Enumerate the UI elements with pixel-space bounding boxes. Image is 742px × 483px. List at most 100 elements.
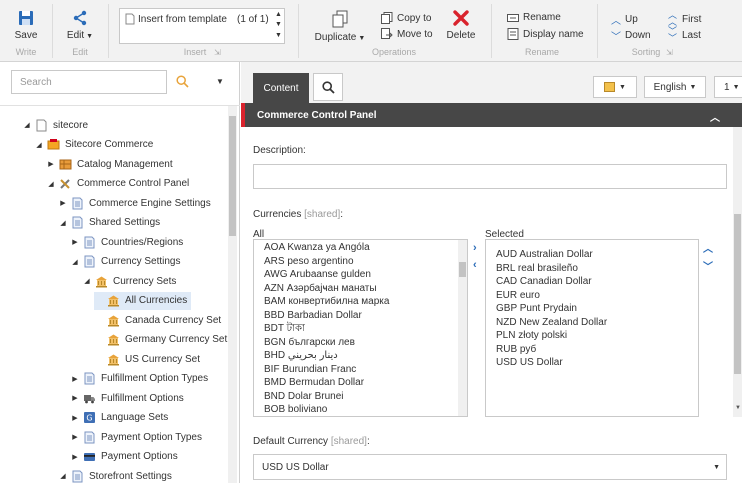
version-selector[interactable]: 1 ▼ bbox=[714, 76, 742, 98]
section-header[interactable]: Commerce Control Panel ︿ bbox=[241, 103, 742, 127]
tree-item[interactable]: ◢ Shared Settings bbox=[58, 214, 164, 232]
all-currencies-list[interactable]: AOA Kwanza ya Angóla ARS peso argentino AW… bbox=[253, 239, 468, 417]
collapsed-arrow-icon[interactable]: ▶ bbox=[70, 433, 80, 441]
tree-item[interactable]: ◢ Currency Settings bbox=[70, 253, 184, 271]
language-selector[interactable]: English ▼ bbox=[644, 76, 706, 98]
search-input[interactable] bbox=[12, 71, 166, 93]
expand-gallery-icon[interactable]: ▼ bbox=[275, 32, 282, 39]
list-item[interactable]: ARS peso argentino bbox=[264, 255, 389, 269]
list-item[interactable]: NZD New Zealand Dollar bbox=[496, 316, 607, 330]
sort-down-button[interactable]: ﹀ Down bbox=[611, 28, 651, 43]
tree-item[interactable]: ▶ Payment Option Types bbox=[70, 428, 206, 446]
list-item[interactable]: AUD Australian Dollar bbox=[496, 248, 607, 262]
expanded-arrow-icon[interactable]: ◢ bbox=[58, 472, 68, 480]
all-list-scroll-thumb[interactable] bbox=[459, 262, 466, 277]
collapsed-arrow-icon[interactable]: ▶ bbox=[46, 160, 56, 168]
tree-item[interactable]: US Currency Set bbox=[94, 350, 204, 368]
tree-item[interactable]: ▶ Payment Options bbox=[70, 448, 182, 466]
list-item[interactable]: BMD Bermudan Dollar bbox=[264, 376, 389, 390]
expanded-arrow-icon[interactable]: ◢ bbox=[46, 180, 56, 188]
sort-up-button[interactable]: ︿ Up bbox=[611, 12, 638, 27]
scroll-up-icon[interactable]: ▲ bbox=[275, 11, 282, 18]
tab-search[interactable] bbox=[313, 73, 343, 101]
collapse-section-icon[interactable]: ︿ bbox=[710, 109, 720, 124]
expanded-arrow-icon[interactable]: ◢ bbox=[22, 121, 32, 129]
tree-item-label: Commerce Control Panel bbox=[77, 178, 190, 189]
collapsed-arrow-icon[interactable]: ▶ bbox=[70, 394, 80, 402]
list-item[interactable]: BHD دينار بحريني bbox=[264, 349, 389, 363]
search-box[interactable] bbox=[11, 70, 167, 94]
tree-item[interactable]: ▶ Commerce Engine Settings bbox=[58, 194, 215, 212]
tree-item[interactable]: ◢ Commerce Control Panel bbox=[46, 175, 193, 193]
tree-item[interactable]: ▶ Fulfillment Options bbox=[70, 389, 188, 407]
list-item[interactable]: BGN български лев bbox=[264, 336, 389, 350]
expanded-arrow-icon[interactable]: ◢ bbox=[70, 258, 80, 266]
list-item[interactable]: BIF Burundian Franc bbox=[264, 363, 389, 377]
list-item[interactable]: BAM конвертибилна марка bbox=[264, 295, 389, 309]
list-item[interactable]: USD US Dollar bbox=[496, 356, 607, 370]
tree-item[interactable]: ▶ G Language Sets bbox=[70, 409, 172, 427]
tree-item[interactable]: Germany Currency Set bbox=[94, 331, 231, 349]
insert-template-box[interactable]: Insert from template (1 of 1) ▲ ▼ ▼ bbox=[119, 8, 285, 44]
tree-item[interactable]: ◢ Currency Sets bbox=[82, 272, 180, 290]
rename-button[interactable]: Rename bbox=[507, 12, 561, 23]
display-name-button[interactable]: Display name bbox=[507, 28, 584, 40]
add-to-selected-icon[interactable]: › bbox=[473, 242, 477, 254]
sort-last-button[interactable]: ﹀ ﹀ Last bbox=[668, 27, 701, 43]
sorting-dialog-launcher-icon[interactable]: ⇲ bbox=[666, 48, 673, 57]
editor-scroll-down-icon[interactable]: ▼ bbox=[735, 405, 741, 411]
list-item[interactable]: BOB boliviano bbox=[264, 403, 389, 416]
tab-content[interactable]: Content bbox=[253, 73, 309, 103]
tree-item[interactable]: Canada Currency Set bbox=[94, 311, 225, 329]
tree-scrollbar[interactable] bbox=[228, 106, 237, 483]
selected-currencies-list[interactable]: AUD Australian Dollar BRL real brasileño C… bbox=[485, 239, 699, 417]
list-item[interactable]: BND Dolar Brunei bbox=[264, 390, 389, 404]
expanded-arrow-icon[interactable]: ◢ bbox=[34, 141, 44, 149]
default-currency-select[interactable]: USD US Dollar ▼ bbox=[253, 454, 727, 480]
duplicate-button[interactable]: Duplicate ▼ bbox=[314, 10, 366, 43]
list-item[interactable]: BRL real brasileño bbox=[496, 262, 607, 276]
tree-item[interactable]: ◢ sitecore bbox=[22, 116, 92, 134]
list-item[interactable]: BDT টাকা bbox=[264, 322, 389, 336]
sort-first-button[interactable]: ︿ ︿ First bbox=[668, 11, 701, 27]
tree-item[interactable]: ◢ Storefront Settings bbox=[58, 467, 176, 483]
editor-scroll-thumb[interactable] bbox=[734, 214, 741, 374]
tree-item[interactable]: ▶ Fulfillment Option Types bbox=[70, 370, 212, 388]
list-item[interactable]: GBP Punt Prydain bbox=[496, 302, 607, 316]
tree-item[interactable]: ◢ Sitecore Commerce bbox=[34, 136, 157, 154]
description-field[interactable] bbox=[253, 164, 727, 189]
collapsed-arrow-icon[interactable]: ▶ bbox=[58, 199, 68, 207]
list-item[interactable]: PLN złoty polski bbox=[496, 329, 607, 343]
insert-template-item[interactable]: Insert from template bbox=[138, 14, 227, 25]
list-item[interactable]: RUB руб bbox=[496, 343, 607, 357]
copy-to-button[interactable]: Copy to bbox=[381, 12, 431, 24]
collapsed-arrow-icon[interactable]: ▶ bbox=[70, 414, 80, 422]
scroll-down-icon[interactable]: ▼ bbox=[275, 21, 282, 28]
save-button[interactable]: Save bbox=[10, 10, 42, 41]
validation-button[interactable]: ▼ bbox=[593, 76, 637, 98]
list-item[interactable]: AOA Kwanza ya Angóla bbox=[264, 241, 389, 255]
delete-button[interactable]: Delete bbox=[444, 10, 478, 41]
search-options-dropdown-icon[interactable]: ▼ bbox=[216, 77, 224, 86]
remove-from-selected-icon[interactable]: ‹ bbox=[473, 259, 477, 271]
expanded-arrow-icon[interactable]: ◢ bbox=[82, 277, 92, 285]
list-item[interactable]: BBD Barbadian Dollar bbox=[264, 309, 389, 323]
move-selected-down-icon[interactable]: ﹀ bbox=[703, 258, 713, 273]
list-item[interactable]: CAD Canadian Dollar bbox=[496, 275, 607, 289]
move-selected-up-icon[interactable]: ︿ bbox=[703, 240, 713, 255]
tree-item[interactable]: ▶ Catalog Management bbox=[46, 155, 177, 173]
list-item[interactable]: EUR euro bbox=[496, 289, 607, 303]
list-item[interactable]: AZN Азәрбајҹан манаты bbox=[264, 282, 389, 296]
search-icon[interactable] bbox=[176, 75, 189, 88]
list-item[interactable]: AWG Arubaanse gulden bbox=[264, 268, 389, 282]
expanded-arrow-icon[interactable]: ◢ bbox=[58, 219, 68, 227]
move-to-button[interactable]: Move to bbox=[381, 28, 433, 40]
collapsed-arrow-icon[interactable]: ▶ bbox=[70, 238, 80, 246]
edit-button[interactable]: Edit ▼ bbox=[62, 10, 98, 41]
tree-item[interactable]: All Currencies bbox=[94, 291, 192, 310]
insert-dialog-launcher-icon[interactable]: ⇲ bbox=[214, 48, 221, 57]
collapsed-arrow-icon[interactable]: ▶ bbox=[70, 453, 80, 461]
tree-item[interactable]: ▶ Countries/Regions bbox=[70, 233, 187, 251]
tree-scroll-thumb[interactable] bbox=[229, 116, 236, 236]
collapsed-arrow-icon[interactable]: ▶ bbox=[70, 375, 80, 383]
